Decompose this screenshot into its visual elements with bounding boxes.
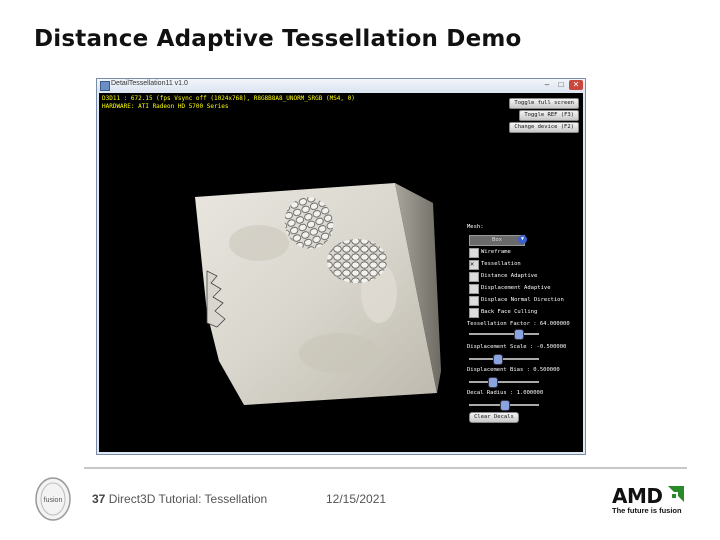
window-title: DetailTessellation11 v1.0: [111, 80, 188, 87]
displacement-scale-label: Displacement Scale : -0.500000: [467, 344, 567, 350]
mesh-label: Mesh:: [467, 224, 484, 230]
amd-arrow-icon: [668, 486, 684, 502]
displacement-bias-label: Displacement Bias : 0.500000: [467, 367, 560, 373]
slide-number: 37: [92, 492, 106, 506]
amd-logo: AMD: [612, 484, 663, 508]
app-window: DetailTessellation11 v1.0 – □ ✕ D3D11 : …: [96, 78, 586, 455]
slider-handle[interactable]: [492, 354, 503, 365]
decal-radius-slider[interactable]: [469, 400, 539, 411]
displacement-adaptive-label: Displacement Adaptive: [481, 285, 551, 291]
render-viewport[interactable]: D3D11 : 672.15 (fps Vsync off (1024x768)…: [99, 93, 583, 452]
wireframe-label: Wireframe: [481, 249, 511, 255]
slide-date: 12/15/2021: [326, 492, 387, 506]
tessellation-label: Tessellation: [481, 261, 521, 267]
back-face-culling-checkbox[interactable]: [469, 308, 479, 318]
slider-handle[interactable]: [514, 329, 525, 340]
fusion-logo: fusion: [35, 477, 71, 521]
fusion-logo-text: fusion: [44, 497, 63, 504]
slide-title: Distance Adaptive Tessellation Demo: [34, 26, 522, 52]
minimize-button[interactable]: –: [541, 80, 553, 90]
distance-adaptive-label: Distance Adaptive: [481, 273, 538, 279]
back-face-culling-label: Back Face Culling: [481, 309, 538, 315]
clear-decals-button[interactable]: Clear Decals: [469, 412, 519, 423]
tagline: The future is fusion: [612, 506, 682, 515]
chevron-down-icon[interactable]: ▼: [518, 235, 527, 244]
footer-divider: [84, 467, 687, 469]
wireframe-checkbox[interactable]: [469, 248, 479, 258]
slider-handle[interactable]: [487, 377, 498, 388]
displacement-adaptive-checkbox[interactable]: [469, 284, 479, 294]
tessellation-factor-slider[interactable]: [469, 329, 539, 340]
distance-adaptive-checkbox[interactable]: [469, 272, 479, 282]
displace-normal-direction-label: Displace Normal Direction: [481, 297, 564, 303]
displace-normal-direction-checkbox[interactable]: [469, 296, 479, 306]
maximize-button[interactable]: □: [555, 80, 567, 90]
tessellation-checkbox[interactable]: [469, 260, 479, 270]
footer-left: 37 Direct3D Tutorial: Tessellation: [92, 492, 267, 506]
footer-text: Direct3D Tutorial: Tessellation: [108, 492, 268, 506]
tessellation-factor-label: Tessellation Factor : 64.000000: [467, 321, 570, 327]
mesh-dropdown[interactable]: Box: [469, 235, 525, 246]
app-icon: [100, 81, 110, 91]
decal-radius-label: Decal Radius : 1.000000: [467, 390, 544, 396]
displacement-bias-slider[interactable]: [469, 377, 539, 388]
close-button[interactable]: ✕: [569, 80, 583, 90]
window-titlebar[interactable]: DetailTessellation11 v1.0 – □ ✕: [97, 79, 585, 92]
displacement-scale-slider[interactable]: [469, 354, 539, 365]
slider-handle[interactable]: [500, 400, 510, 411]
